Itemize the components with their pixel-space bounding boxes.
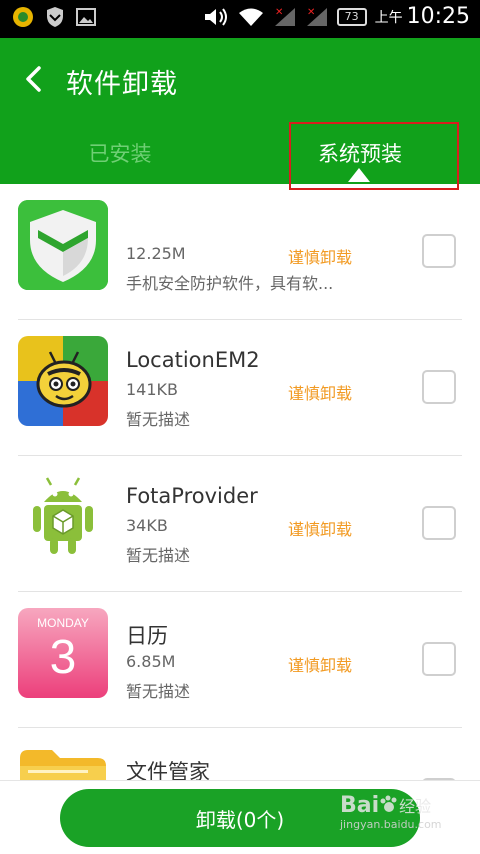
tab-bar: 已安装 系统预装: [0, 122, 480, 190]
calendar-day-label: MONDAY: [37, 616, 89, 630]
select-checkbox[interactable]: [422, 642, 456, 676]
watermark-brand: Bai: [340, 793, 380, 818]
watermark-suffix: 经验: [399, 797, 432, 816]
paw-icon: [380, 795, 397, 812]
watermark-url: jingyan.baidu.com: [340, 818, 442, 831]
select-checkbox[interactable]: [422, 234, 456, 268]
caution-label: 谨慎卸载: [288, 248, 353, 267]
list-item[interactable]: LocationEM2 141KB 谨慎卸载 暂无描述: [0, 320, 480, 456]
tab-indicator-caret: [348, 168, 370, 182]
select-checkbox[interactable]: [422, 370, 456, 404]
app-name: 文件管家: [126, 760, 210, 780]
tab-installed[interactable]: 已安装: [0, 122, 240, 184]
folder-icon: [18, 744, 108, 780]
page-title: 软件卸载: [66, 69, 178, 100]
caution-label: 谨慎卸载: [288, 384, 353, 403]
status-ampm: 上午: [374, 9, 403, 26]
app-description: 暂无描述: [126, 546, 191, 565]
app-description: 暂无描述: [126, 682, 191, 701]
image-notification-icon: [76, 8, 96, 26]
baidu-jingyan-watermark: Bai 经验 jingyan.baidu.com: [340, 793, 458, 843]
battery-indicator: 73: [336, 7, 367, 26]
app-size: 12.25M: [126, 244, 186, 263]
volume-icon: [204, 7, 227, 26]
app-list[interactable]: 12.25M 谨慎卸载 手机安全防护软件，具有软... LocationEM2: [0, 184, 480, 780]
signal-icon: ✕: [274, 7, 295, 26]
tab-highlight-box: [289, 122, 459, 190]
calendar-icon: MONDAY 3: [18, 608, 108, 698]
app-size: 34KB: [126, 516, 168, 535]
status-bar: ✕ ✕ 73 上午 10:25: [0, 0, 480, 38]
app-size: 141KB: [126, 380, 179, 399]
title-bar: 软件卸载: [0, 38, 480, 122]
signal-icon: ✕: [306, 7, 327, 26]
list-item[interactable]: FotaProvider 34KB 谨慎卸载 暂无描述: [0, 456, 480, 592]
shield-notification-icon: [47, 7, 63, 27]
android-robot-icon: [18, 472, 108, 562]
app-size: 6.85M: [126, 652, 176, 671]
list-item[interactable]: 12.25M 谨慎卸载 手机安全防护软件，具有软...: [0, 184, 480, 320]
wifi-icon: [238, 8, 263, 26]
caution-label: 谨慎卸载: [288, 656, 353, 675]
svg-text:✕: ✕: [275, 7, 283, 18]
security-shield-icon: [18, 200, 108, 290]
list-item[interactable]: MONDAY 3 日历 6.85M 谨慎卸载 暂无描述: [0, 592, 480, 728]
svg-text:✕: ✕: [307, 7, 315, 18]
caution-label: 谨慎卸载: [288, 520, 353, 539]
calendar-date-label: 3: [49, 631, 77, 684]
list-item[interactable]: 文件管家: [0, 728, 480, 780]
back-arrow-icon[interactable]: [20, 64, 50, 94]
bottom-action-bar: 卸载(0个) Bai 经验 jingyan.baidu.com: [0, 780, 480, 854]
app-name: LocationEM2: [126, 348, 260, 372]
status-time: 10:25: [406, 4, 470, 29]
select-checkbox[interactable]: [422, 506, 456, 540]
app-notification-icon: [13, 7, 33, 27]
app-name: 日历: [126, 624, 168, 648]
app-name: FotaProvider: [126, 484, 258, 508]
bee-icon: [18, 336, 108, 426]
app-description: 暂无描述: [126, 410, 191, 429]
app-description: 手机安全防护软件，具有软...: [126, 274, 334, 293]
